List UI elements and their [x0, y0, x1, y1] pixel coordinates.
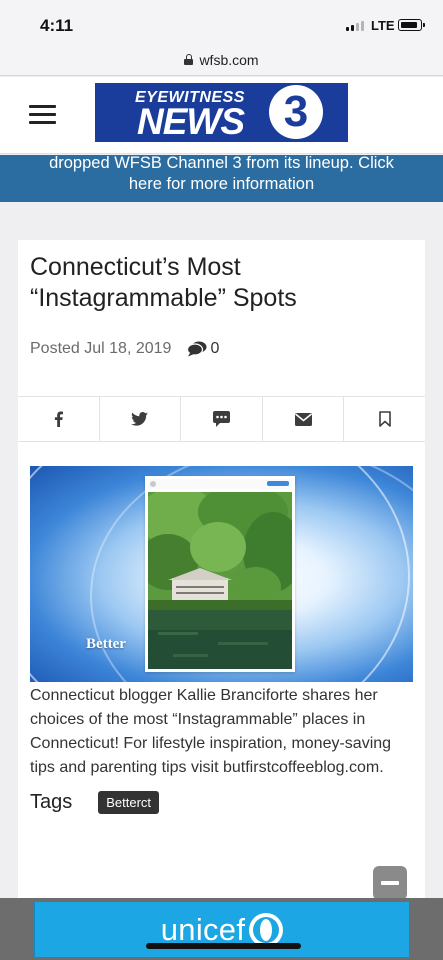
share-sms-button[interactable] [181, 397, 263, 441]
share-bar [18, 396, 425, 442]
lake-house-photo [148, 492, 292, 669]
sms-icon [212, 411, 230, 427]
article-title: Connecticut’s Most “Instagrammable” Spot… [30, 253, 297, 312]
url-text: wfsb.com [199, 51, 259, 68]
home-indicator [146, 943, 301, 949]
alert-line-1: dropped WFSB Channel 3 from its lineup. … [49, 155, 394, 172]
share-email-button[interactable] [263, 397, 345, 441]
article-image[interactable]: Better [30, 466, 413, 682]
show-brand-logo: Better [86, 636, 126, 652]
share-facebook-button[interactable] [18, 397, 100, 441]
unicef-globe-icon [249, 912, 284, 947]
article-body: Connecticut blogger Kallie Branciforte s… [30, 687, 392, 776]
minus-icon [381, 881, 399, 885]
logo-main-text: NEWS [137, 101, 245, 142]
tags-section: Tags Betterct [30, 791, 160, 814]
status-bar: 4:11 LTE [0, 0, 443, 44]
post-header [148, 479, 292, 489]
bookmark-icon [378, 411, 391, 427]
cellular-signal-icon [346, 21, 364, 31]
article-card: Connecticut’s Most “Instagrammable” Spot… [18, 240, 425, 900]
browser-url-bar[interactable]: wfsb.com [0, 44, 443, 76]
share-twitter-button[interactable] [100, 397, 182, 441]
twitter-icon [131, 412, 149, 426]
facebook-icon [54, 411, 63, 427]
collapse-ad-button[interactable] [373, 866, 407, 900]
comment-icon [187, 341, 207, 357]
alert-banner[interactable]: dropped WFSB Channel 3 from its lineup. … [0, 155, 443, 202]
site-header: EYEWITNESS NEWS 3 [0, 77, 443, 154]
battery-icon [398, 19, 425, 31]
menu-icon[interactable] [29, 103, 56, 125]
alert-line-2: here for more information [128, 175, 315, 193]
site-logo[interactable]: EYEWITNESS NEWS 3 [95, 83, 348, 142]
article-meta: Posted Jul 18, 2019 0 [30, 340, 219, 358]
email-icon [294, 412, 312, 426]
logo-number-badge: 3 [269, 85, 323, 139]
instagram-post-frame [145, 476, 295, 672]
tag-chip[interactable]: Betterct [98, 791, 160, 814]
lock-icon [184, 54, 194, 65]
network-type-label: LTE [371, 18, 395, 33]
logo-number: 3 [283, 87, 309, 136]
comments-link[interactable]: 0 [187, 340, 219, 358]
bookmark-button[interactable] [344, 397, 425, 441]
tags-label: Tags [30, 791, 73, 813]
posted-date: Posted Jul 18, 2019 [30, 340, 172, 357]
comment-count: 0 [210, 340, 220, 357]
unicef-ad-banner[interactable]: unicef [34, 901, 410, 958]
status-time: 4:11 [40, 16, 74, 35]
